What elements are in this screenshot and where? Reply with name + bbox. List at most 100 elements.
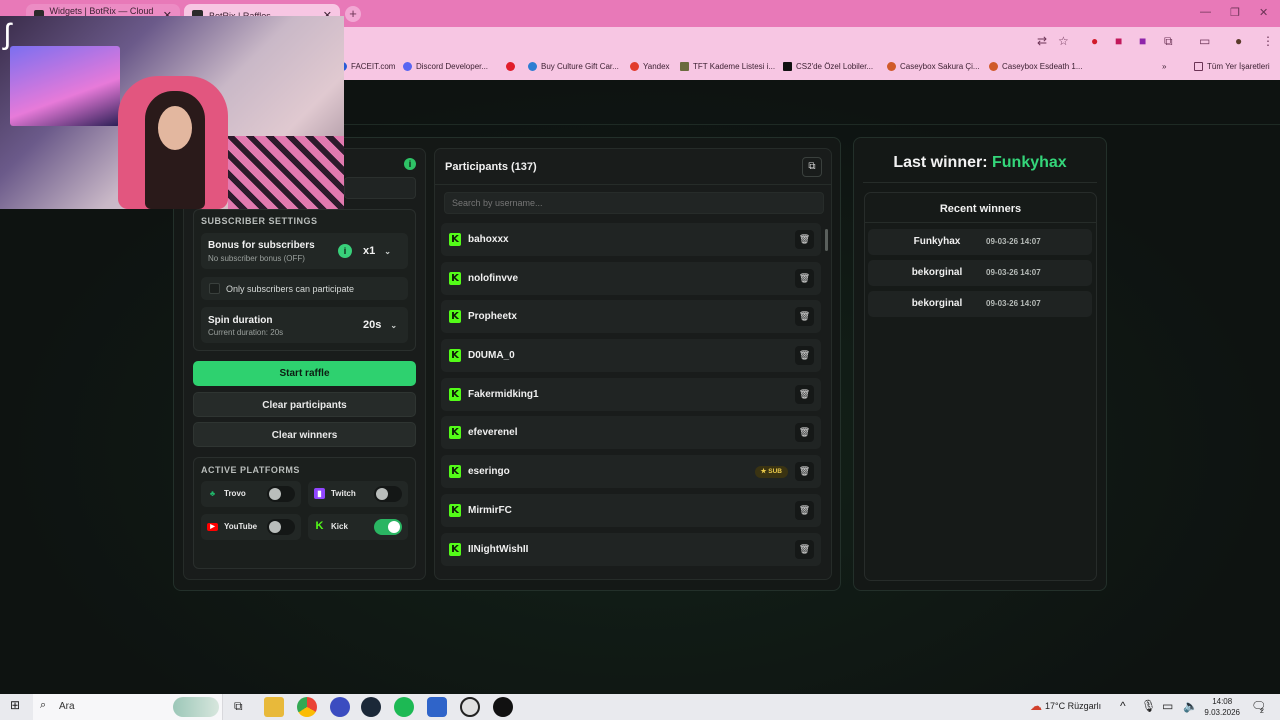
participant-row[interactable]: K Fakermidking1 🗑 — [441, 377, 821, 411]
kick-icon: K — [449, 426, 461, 440]
volume-icon[interactable]: 🔈 — [1183, 699, 1198, 713]
kick-toggle[interactable] — [374, 519, 402, 535]
bonus-value: x1 — [363, 245, 376, 257]
weather-icon[interactable]: ☁ — [1030, 699, 1042, 713]
sub-badge: ★ SUB — [754, 466, 788, 479]
microphone-icon[interactable]: 🎙 — [1141, 699, 1156, 713]
info-icon[interactable]: i — [338, 244, 352, 258]
bookmark-caseybox-esdeath[interactable]: Caseybox Esdeath 1... — [989, 62, 1083, 71]
chevron-down-icon: ⌄ — [384, 246, 391, 256]
clock[interactable]: 14:08 9.03.2026 — [1204, 696, 1240, 718]
avatar[interactable]: ● — [1235, 34, 1242, 48]
trash-icon[interactable]: 🗑 — [795, 384, 814, 404]
start-raffle-button[interactable]: Start raffle — [193, 361, 416, 386]
only-subs-checkbox[interactable] — [209, 283, 220, 294]
chrome-icon[interactable] — [297, 697, 317, 717]
close-window-icon[interactable]: ✕ — [1259, 6, 1268, 19]
webcam-monitor — [10, 46, 120, 126]
spotify-icon[interactable] — [394, 697, 414, 717]
app-icon[interactable] — [427, 697, 447, 717]
spin-select[interactable]: 20s ⌄ — [363, 319, 397, 331]
participants-title: Participants (137) — [445, 161, 537, 173]
participant-name: D0UMA_0 — [468, 350, 515, 362]
windows-start-icon[interactable]: ⊞ — [10, 698, 20, 712]
participant-row[interactable]: Kefeverenel 🗑 — [441, 416, 821, 450]
steam-icon[interactable] — [361, 697, 381, 717]
obs-icon[interactable] — [460, 697, 480, 717]
participant-name: Propheetx — [468, 311, 517, 323]
chevron-up-icon[interactable]: ^ — [1120, 699, 1126, 713]
weather-text[interactable]: 17°C Rüzgarlı — [1045, 701, 1101, 711]
copy-icon[interactable]: ⧉ — [802, 157, 822, 177]
trash-icon[interactable]: 🗑 — [795, 539, 814, 559]
subscriber-settings-title: Subscriber settings — [201, 216, 318, 226]
trash-icon[interactable]: 🗑 — [795, 268, 814, 288]
kick-icon: K — [449, 233, 461, 246]
bookmark-discord[interactable]: Discord Developer... — [403, 62, 488, 71]
network-icon[interactable]: ▭ — [1162, 699, 1173, 713]
translate-icon[interactable]: ⇄ — [1037, 34, 1047, 48]
trash-icon[interactable]: 🗑 — [795, 346, 814, 366]
participant-row[interactable]: K D0UMA_0 🗑 — [441, 339, 821, 373]
participant-row[interactable]: Kbahoxxx 🗑 — [441, 223, 821, 256]
restore-icon[interactable]: ❐ — [1230, 6, 1240, 19]
file-explorer-icon[interactable] — [264, 697, 284, 717]
kick-icon: K — [449, 465, 461, 479]
extension-icon[interactable]: ■ — [1139, 34, 1146, 48]
new-tab-button[interactable]: + — [345, 6, 361, 22]
participant-row[interactable]: K Propheetx 🗑 — [441, 300, 821, 334]
trash-icon[interactable]: 🗑 — [795, 423, 814, 443]
extension-icon[interactable]: ● — [1091, 34, 1098, 48]
trovo-toggle[interactable] — [267, 486, 295, 502]
divider — [864, 222, 1097, 223]
chevron-down-icon: ⌄ — [390, 320, 398, 330]
winner-row: Funkyhax 09-03-26 14:07 — [868, 229, 1092, 255]
bookmark-yandex[interactable]: Yandex — [630, 62, 670, 71]
puzzle-icon[interactable]: ⧉ — [1164, 34, 1173, 49]
trash-icon[interactable]: 🗑 — [795, 462, 814, 482]
search-input[interactable] — [444, 192, 824, 214]
bookmark-cs2[interactable]: CS2'de Özel Lobiler... — [783, 62, 873, 71]
participant-row[interactable]: Keseringo ★ SUB 🗑 — [441, 455, 821, 489]
trash-icon[interactable]: 🗑 — [795, 500, 814, 520]
caseybox-icon — [887, 62, 896, 71]
participant-row[interactable]: Knolofinvve 🗑 — [441, 261, 821, 295]
bookmark-faceit[interactable]: FACEIT.com — [338, 62, 395, 71]
folder-icon — [680, 62, 689, 71]
discord-app-icon[interactable] — [330, 697, 350, 717]
globe-icon — [528, 62, 537, 71]
task-view-icon[interactable]: ⧉ — [234, 699, 243, 714]
bonus-title: Bonus for subscribers — [208, 240, 315, 251]
keyword-field[interactable] — [344, 177, 416, 199]
sidepanel-icon[interactable]: ▭ — [1199, 34, 1210, 48]
youtube-toggle[interactable] — [267, 519, 295, 535]
taskbar-search[interactable]: ⌕ Ara — [33, 694, 223, 720]
participant-name: eseringo — [468, 466, 510, 478]
twitch-toggle[interactable] — [374, 486, 402, 502]
cs2-icon — [783, 62, 792, 71]
app-icon[interactable] — [493, 697, 513, 717]
list-scrollbar[interactable] — [825, 229, 828, 251]
menu-icon[interactable]: ⋮ — [1262, 34, 1274, 48]
bookmark-caseybox-sakura[interactable]: Caseybox Sakura Çi... — [887, 62, 980, 71]
trash-icon[interactable]: 🗑 — [795, 230, 814, 249]
participant-row[interactable]: K MirmirFC 🗑 — [441, 493, 821, 527]
star-icon[interactable]: ☆ — [1058, 34, 1069, 48]
extension-icon[interactable]: ■ — [1115, 34, 1122, 48]
bookmark-tft[interactable]: TFT Kademe Listesi i... — [680, 62, 775, 71]
clear-winners-button[interactable]: Clear winners — [193, 422, 416, 447]
search-icon: ⌕ — [40, 699, 47, 711]
folder-icon — [1194, 62, 1203, 71]
trash-icon[interactable]: 🗑 — [795, 307, 814, 327]
clear-participants-button[interactable]: Clear participants — [193, 392, 416, 417]
last-winner-label: Last winner: — [893, 154, 988, 171]
minimize-icon[interactable]: — — [1200, 6, 1211, 18]
participant-row[interactable]: K IINightWishII 🗑 — [441, 532, 821, 566]
bonus-select[interactable]: x1 ⌄ — [363, 245, 391, 257]
bookmarks-overflow-icon[interactable]: » — [1162, 62, 1166, 71]
info-icon[interactable]: i — [404, 158, 416, 170]
bookmark-culture[interactable]: Buy Culture Gift Car... — [528, 62, 619, 71]
winner-row: bekorginal 09-03-26 14:07 — [868, 291, 1092, 317]
bookmark-unnamed[interactable] — [506, 62, 519, 71]
all-bookmarks[interactable]: Tüm Yer İşaretleri — [1194, 62, 1270, 71]
